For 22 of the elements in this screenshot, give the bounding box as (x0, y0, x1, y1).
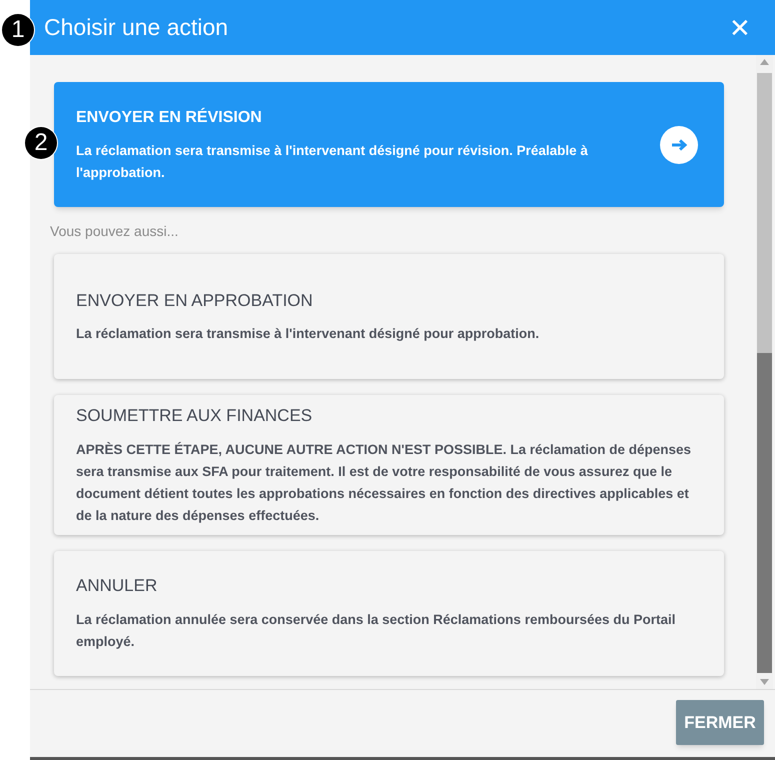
action-title: SOUMETTRE AUX FINANCES (76, 405, 314, 427)
callout-badge: 1 (2, 14, 34, 46)
action-description: APRÈS CETTE ÉTAPE, AUCUNE AUTRE ACTION N'EST POSSIBLE. La réclamation de dépenses sera transmise aux SFA pour traitement. Il est de votre responsabilité de vous assurez que le document détient toutes les approbations nécessaires en fonction des directives applicables et de la nature des dépenses effectuées. (76, 440, 692, 525)
action-title: ENVOYER EN APPROBATION (76, 290, 314, 312)
close-button[interactable]: ✕ (729, 14, 751, 40)
action-description: La réclamation annulée sera conservée dans la section Réclamations remboursées du Portail employé. (76, 610, 676, 651)
section-label: Vous pouvez aussi... (50, 222, 180, 241)
action-card[interactable] (54, 395, 724, 534)
action-card[interactable]: ANNULER La réclamation annulée sera conservée dans la section Réclamations remboursées du Portail employé. (54, 550, 724, 676)
dialog-title: Choisir une action (44, 13, 228, 42)
action-card[interactable]: ENVOYER EN APPROBATION La réclamation sera transmise à l'intervenant désigné pour approbation. (54, 254, 724, 379)
scroll-down-icon[interactable] (760, 679, 769, 685)
scroll-up-icon[interactable] (760, 59, 769, 65)
callout-badge: 2 (25, 127, 57, 159)
action-title: ENVOYER EN RÉVISION (76, 106, 263, 128)
close-dialog-button[interactable]: FERMER (676, 700, 764, 745)
action-card[interactable]: ENVOYER EN RÉVISION La réclamation sera transmise à l'intervenant désigné pour révision. Préalable à l'approbation. (54, 82, 724, 207)
action-description: La réclamation sera transmise à l'intervenant désigné pour révision. Préalable à l'approbation. (76, 142, 589, 182)
scrollbar-thumb[interactable] (757, 73, 772, 673)
action-description: La réclamation sera transmise à l'intervenant désigné pour approbation. (76, 325, 540, 344)
action-title: ANNULER (76, 575, 158, 598)
arrow-right-icon[interactable] (660, 126, 698, 164)
